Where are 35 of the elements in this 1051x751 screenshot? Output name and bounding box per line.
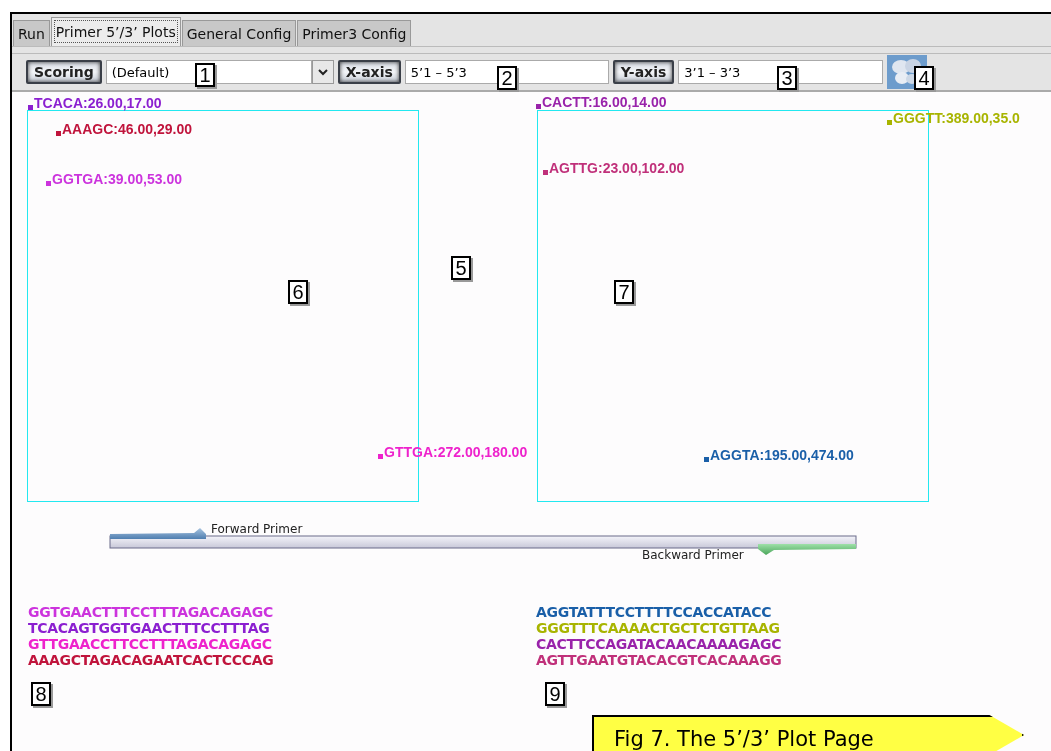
callout-number: 6 [288, 280, 308, 304]
point-label: AAAGC:46.00,29.00 [62, 122, 192, 136]
callout-number: 4 [914, 66, 934, 90]
tab[interactable]: Primer3 Config [297, 20, 412, 46]
sequence-text: AGGTATTTCCTTTTCCACCATACC [536, 604, 773, 620]
tab[interactable]: Run [13, 20, 50, 46]
point-label: AGGTA:195.00,474.00 [710, 448, 854, 462]
dropdown-button[interactable] [311, 60, 334, 84]
callout-number: 1 [195, 63, 215, 87]
callout-number: 2 [497, 66, 517, 90]
point-label: TCACA:26.00,17.00 [34, 96, 162, 110]
backward-primer-label: Backward Primer [642, 548, 744, 562]
sequence-text: GGGTTTCAAAACTGCTCTGTTAAG [536, 620, 781, 636]
sequence-text: TCACAGTGGTGAACTTTCCTTTAG [28, 620, 271, 636]
sequence-text: GGTGAACTTTCCTTTAGACAGAGC [28, 604, 274, 620]
sequence-text: AAAGCTAGACAGAATCACTCCCAG [28, 652, 274, 668]
chevron-down-icon [317, 68, 328, 76]
callout-number: 3 [777, 66, 797, 90]
scoring-button[interactable]: Scoring [26, 60, 102, 84]
sequence-text: AGTTGAATGTACACGTCACAAAGG [536, 652, 782, 668]
callout-number: 7 [614, 280, 634, 304]
callout-number: 5 [451, 256, 471, 280]
callout-number: 9 [545, 682, 565, 706]
point-label: GGTGA:39.00,53.00 [52, 172, 182, 186]
tab[interactable]: Primer 5’/3’ Plots [50, 17, 181, 46]
y-axis-button[interactable]: Y-axis [612, 60, 675, 84]
sequence-text: GTTGAACCTTCCTTTAGACAGAGC [28, 636, 273, 652]
point-label: CACTT:16.00,14.00 [542, 95, 667, 109]
tab[interactable]: General Config [181, 20, 297, 46]
callout-number: 8 [31, 682, 51, 706]
forward-primer-label: Forward Primer [211, 522, 303, 536]
figure-caption: Fig 7. The 5’/3’ Plot Page [592, 715, 1024, 751]
sequence-text: CACTTCCAGATACAACAAAAGAGC [536, 636, 782, 652]
point-label: AGTTG:23.00,102.00 [549, 161, 685, 175]
x-axis-button[interactable]: X-axis [337, 60, 401, 84]
